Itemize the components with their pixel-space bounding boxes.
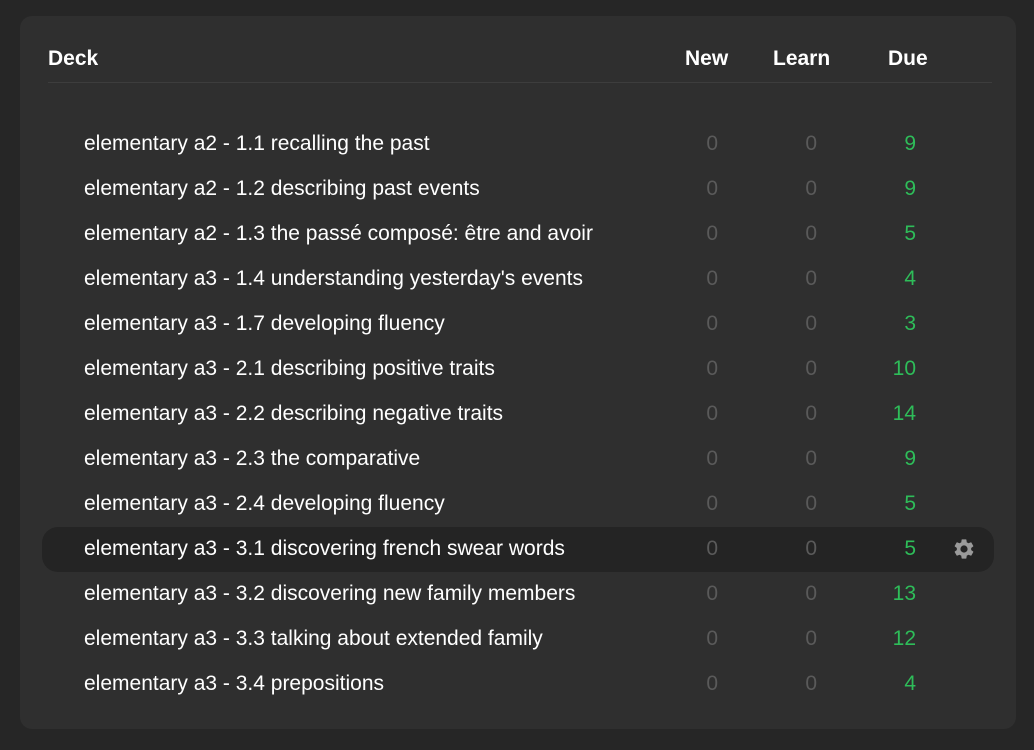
deck-name[interactable]: elementary a2 - 1.1 recalling the past: [84, 131, 430, 157]
deck-row-current[interactable]: elementary a3 - 3.1 discovering french s…: [42, 527, 994, 572]
deck-row[interactable]: elementary a3 - 2.2 describing negative …: [42, 392, 994, 437]
deck-name[interactable]: elementary a3 - 3.3 talking about extend…: [84, 626, 543, 652]
due-count: 9: [904, 132, 916, 155]
deck-list-header: Deck New Learn Due: [48, 16, 992, 83]
deck-row[interactable]: elementary a3 - 3.2 discovering new fami…: [42, 572, 994, 617]
deck-rows: elementary a2 - 1.1 recalling the past 0…: [42, 122, 994, 707]
deck-name[interactable]: elementary a2 - 1.2 describing past even…: [84, 176, 480, 202]
deck-row[interactable]: elementary a2 - 1.3 the passé composé: ê…: [42, 212, 994, 257]
due-count: 5: [904, 537, 916, 560]
learn-count: 0: [805, 222, 817, 245]
learn-count: 0: [805, 402, 817, 425]
deck-name[interactable]: elementary a3 - 1.4 understanding yester…: [84, 266, 583, 292]
learn-count: 0: [805, 627, 817, 650]
new-count: 0: [706, 627, 718, 650]
deck-name[interactable]: elementary a3 - 2.3 the comparative: [84, 446, 420, 472]
due-count: 3: [904, 312, 916, 335]
due-count: 9: [904, 177, 916, 200]
new-count: 0: [706, 177, 718, 200]
deck-row[interactable]: elementary a3 - 3.3 talking about extend…: [42, 617, 994, 662]
due-count: 10: [892, 357, 916, 380]
deck-row[interactable]: elementary a2 - 1.1 recalling the past 0…: [42, 122, 994, 167]
deck-list-panel: Deck New Learn Due elementary a2 - 1.1 r…: [20, 16, 1016, 729]
learn-count: 0: [805, 492, 817, 515]
gear-icon[interactable]: [952, 537, 976, 561]
deck-name[interactable]: elementary a3 - 2.2 describing negative …: [84, 401, 503, 427]
learn-count: 0: [805, 312, 817, 335]
deck-row[interactable]: elementary a3 - 1.7 developing fluency 0…: [42, 302, 994, 347]
learn-count: 0: [805, 267, 817, 290]
due-count: 14: [892, 402, 916, 425]
deck-row[interactable]: elementary a3 - 2.3 the comparative 0 0 …: [42, 437, 994, 482]
deck-name[interactable]: elementary a3 - 2.1 describing positive …: [84, 356, 495, 382]
deck-name[interactable]: elementary a2 - 1.3 the passé composé: ê…: [84, 221, 593, 247]
deck-name[interactable]: elementary a3 - 3.4 prepositions: [84, 671, 384, 697]
deck-row[interactable]: elementary a2 - 1.2 describing past even…: [42, 167, 994, 212]
due-count: 5: [904, 492, 916, 515]
new-count: 0: [706, 492, 718, 515]
learn-count: 0: [805, 447, 817, 470]
new-count: 0: [706, 447, 718, 470]
deck-name[interactable]: elementary a3 - 1.7 developing fluency: [84, 311, 445, 337]
new-count: 0: [706, 672, 718, 695]
header-deck: Deck: [48, 47, 99, 70]
header-new: New: [685, 47, 729, 70]
due-count: 12: [892, 627, 916, 650]
new-count: 0: [706, 402, 718, 425]
new-count: 0: [706, 537, 718, 560]
deck-row[interactable]: elementary a3 - 2.1 describing positive …: [42, 347, 994, 392]
new-count: 0: [706, 267, 718, 290]
learn-count: 0: [805, 357, 817, 380]
learn-count: 0: [805, 537, 817, 560]
new-count: 0: [706, 132, 718, 155]
deck-row[interactable]: elementary a3 - 1.4 understanding yester…: [42, 257, 994, 302]
new-count: 0: [706, 357, 718, 380]
header-learn: Learn: [773, 47, 831, 70]
deck-name[interactable]: elementary a3 - 3.1 discovering french s…: [84, 536, 565, 562]
deck-row[interactable]: elementary a3 - 3.4 prepositions 0 0 4: [42, 662, 994, 707]
learn-count: 0: [805, 582, 817, 605]
deck-row[interactable]: elementary a3 - 2.4 developing fluency 0…: [42, 482, 994, 527]
due-count: 4: [904, 672, 916, 695]
header-due: Due: [888, 47, 928, 70]
learn-count: 0: [805, 672, 817, 695]
learn-count: 0: [805, 132, 817, 155]
learn-count: 0: [805, 177, 817, 200]
new-count: 0: [706, 312, 718, 335]
due-count: 4: [904, 267, 916, 290]
deck-name[interactable]: elementary a3 - 2.4 developing fluency: [84, 491, 445, 517]
due-count: 13: [892, 582, 916, 605]
due-count: 5: [904, 222, 916, 245]
deck-name[interactable]: elementary a3 - 3.2 discovering new fami…: [84, 581, 575, 607]
new-count: 0: [706, 582, 718, 605]
due-count: 9: [904, 447, 916, 470]
new-count: 0: [706, 222, 718, 245]
